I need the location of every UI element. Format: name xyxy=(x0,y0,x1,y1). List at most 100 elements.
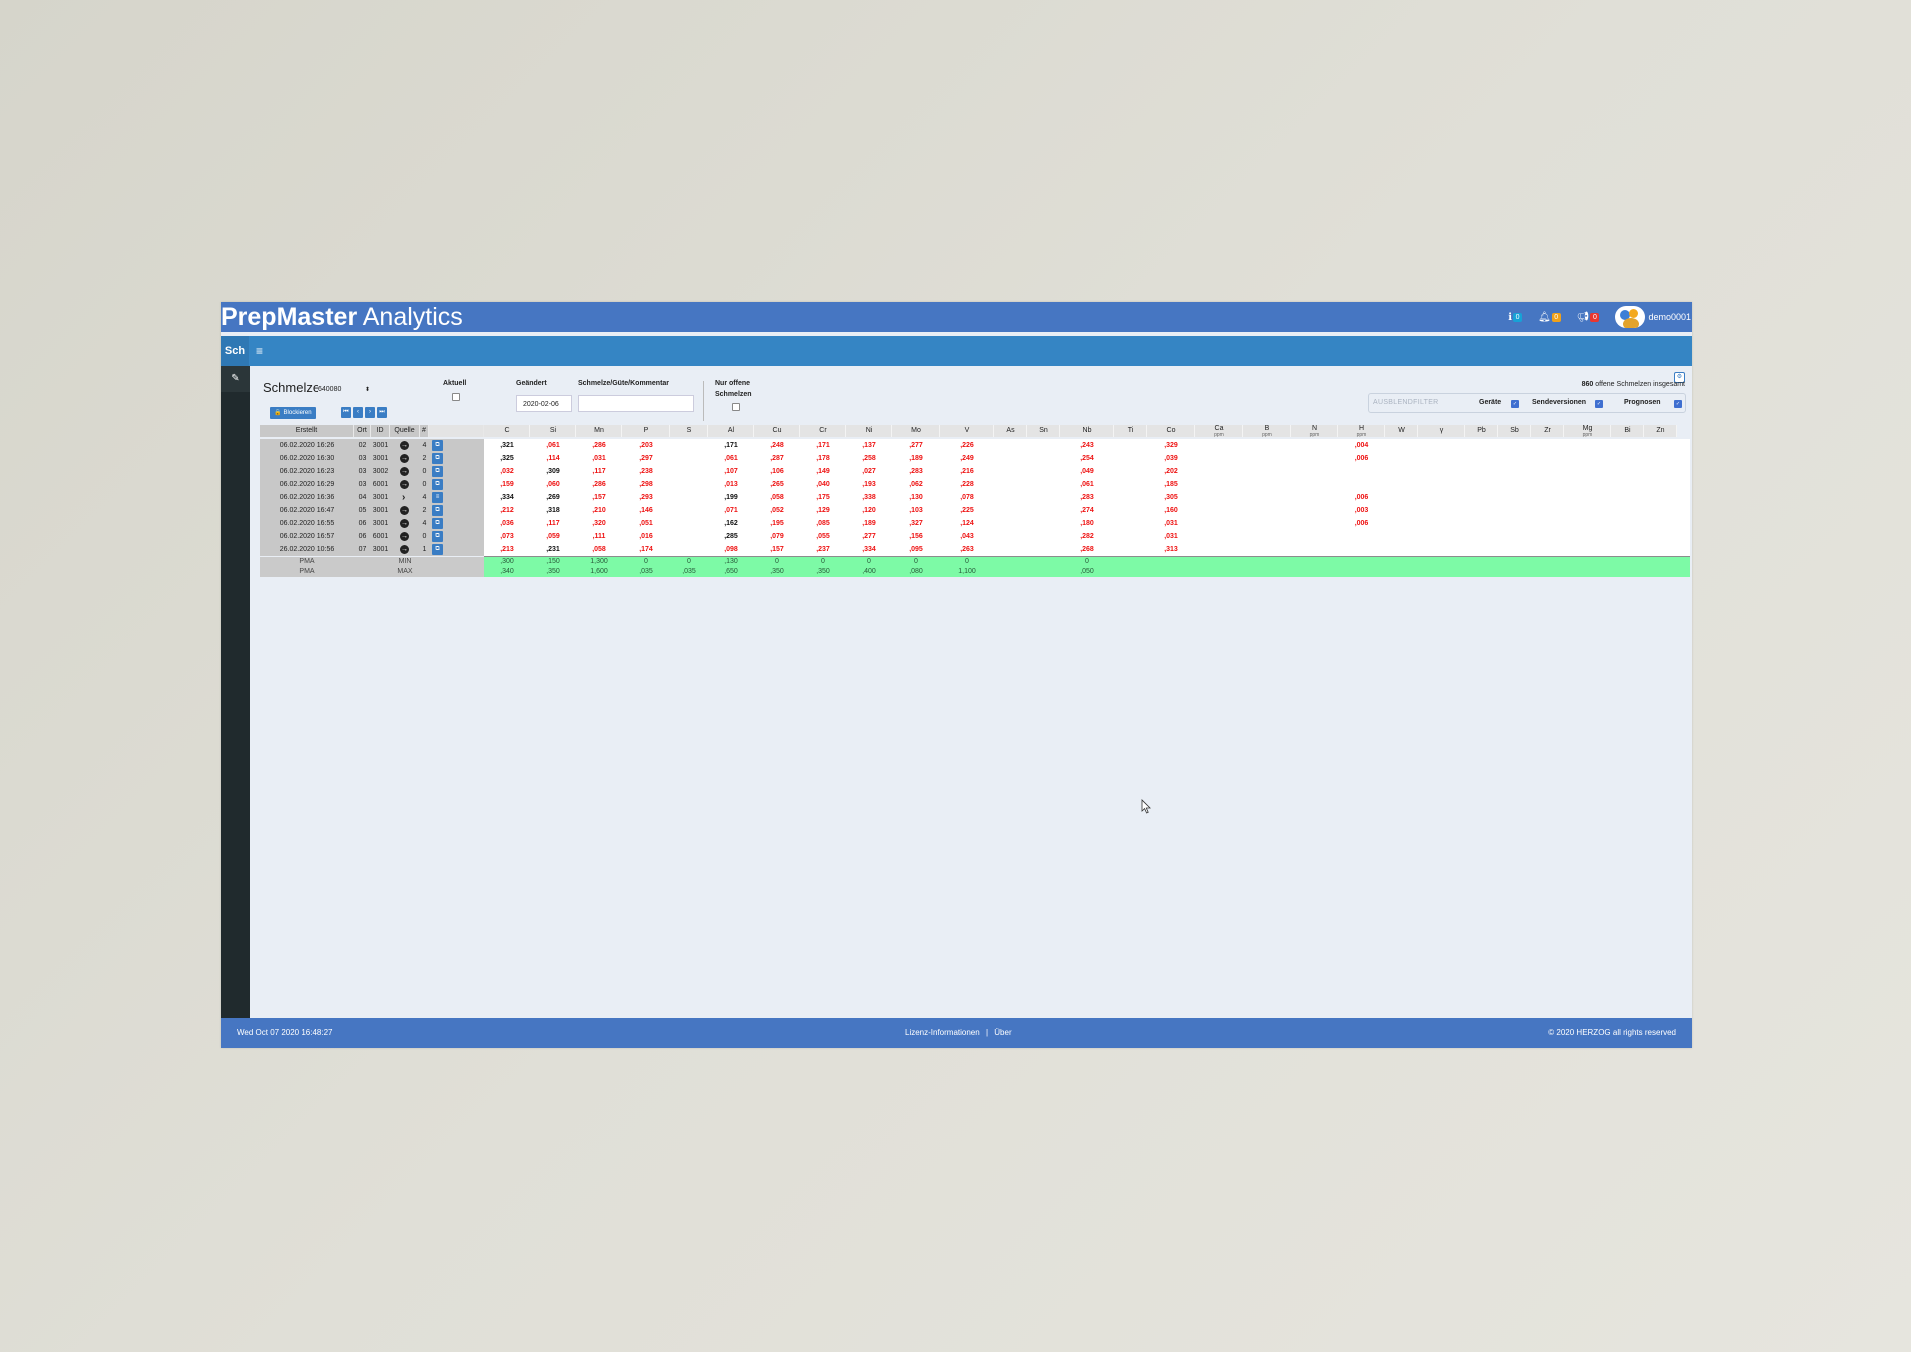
module-tab[interactable]: Sch xyxy=(221,336,249,366)
element-header-4[interactable]: S xyxy=(670,426,708,438)
element-name: P xyxy=(643,427,649,434)
copy-icon[interactable]: ⧉ xyxy=(432,453,443,464)
kommentar-input[interactable] xyxy=(578,395,694,412)
brand-logo[interactable]: PrepMaster Analytics xyxy=(221,302,463,332)
column-header-3[interactable]: Quelle xyxy=(390,425,420,437)
aktuell-checkbox[interactable] xyxy=(452,393,460,401)
table-row[interactable]: 06.02.2020 16:29 03 6001 → 0 ⧉ ,159 ,060 ,286 ,29… xyxy=(260,478,1690,492)
element-header-1[interactable]: Si xyxy=(530,426,576,438)
element-name: Pb xyxy=(1477,427,1486,434)
element-header-5[interactable]: Al xyxy=(708,426,754,438)
element-header-2[interactable]: Mn xyxy=(576,426,622,438)
element-header-7[interactable]: Cr xyxy=(800,426,846,438)
cell-count: 0 xyxy=(422,533,427,540)
last-page-button[interactable]: ⏭ xyxy=(377,407,387,418)
source-arrow-icon[interactable]: → xyxy=(400,506,409,515)
alert-notification[interactable]: 📢︎ 0 xyxy=(1577,312,1600,323)
sendeversionen-checkbox[interactable]: ✓ xyxy=(1595,400,1603,408)
bell-notification[interactable]: 🔔︎ 0 xyxy=(1538,312,1561,323)
source-arrow-icon[interactable]: → xyxy=(400,545,409,554)
element-header-19[interactable]: Hppm xyxy=(1338,424,1385,438)
element-header-12[interactable]: Sn xyxy=(1027,426,1060,438)
table-row[interactable]: 06.02.2020 16:55 06 3001 → 4 ⧉ ,036 ,117 ,320 ,05… xyxy=(260,517,1690,531)
element-header-13[interactable]: Nb xyxy=(1060,426,1114,438)
prognosen-checkbox[interactable]: ✓ xyxy=(1674,400,1682,408)
copy-icon[interactable]: ⧉ xyxy=(432,479,443,490)
element-header-27[interactable]: Zn xyxy=(1644,426,1677,438)
list-icon[interactable]: ≡ xyxy=(432,492,443,503)
element-header-25[interactable]: Mg ppm xyxy=(1564,424,1611,438)
element-header-23[interactable]: Sb xyxy=(1498,426,1531,438)
copy-icon[interactable]: ⧉ xyxy=(432,531,443,542)
source-arrow-icon[interactable]: → xyxy=(400,480,409,489)
copy-icon[interactable]: ⧉ xyxy=(432,466,443,477)
copy-icon[interactable]: ⧉ xyxy=(432,544,443,555)
element-header-3[interactable]: P xyxy=(622,426,670,438)
element-header-14[interactable]: Ti xyxy=(1114,426,1147,438)
table-row[interactable]: 06.02.2020 16:47 05 3001 → 2 ⧉ ,212 ,318 ,210 ,14… xyxy=(260,504,1690,518)
first-page-button[interactable]: ⏮ xyxy=(341,407,351,418)
table-row[interactable]: 06.02.2020 16:26 02 3001 → 4 ⧉ ,321 ,061 ,286 ,20… xyxy=(260,439,1690,453)
nur-offene-checkbox[interactable] xyxy=(732,403,740,411)
block-button[interactable]: 🔒 Blockieren xyxy=(270,407,316,419)
source-arrow-icon[interactable]: → xyxy=(400,467,409,476)
value-Nb: ,283 xyxy=(1080,494,1094,501)
source-arrow-icon[interactable]: → xyxy=(400,519,409,528)
info-notification[interactable]: ℹ 0 xyxy=(1508,312,1523,323)
limit-label: PMA xyxy=(299,568,315,575)
license-link[interactable]: Lizenz-Informationen xyxy=(905,1028,980,1037)
table-header-row: Erstellt Ort ID Quelle # C Si Mn P S Al Cu Cr Ni Mo V As… xyxy=(260,424,1690,438)
element-header-22[interactable]: Pb xyxy=(1465,426,1498,438)
column-header-0[interactable]: Erstellt xyxy=(260,425,354,437)
column-header-4[interactable]: # xyxy=(420,425,429,437)
cell-count: 0 xyxy=(422,481,427,488)
avatar[interactable] xyxy=(1615,306,1646,328)
pin-icon[interactable]: ✎ xyxy=(221,366,250,392)
copy-icon[interactable]: ⧉ xyxy=(432,440,443,451)
element-header-18[interactable]: Nppm xyxy=(1291,424,1338,438)
column-header-1[interactable]: Ort xyxy=(354,425,371,437)
element-header-0[interactable]: C xyxy=(484,426,530,438)
element-unit: ppm xyxy=(1582,432,1593,438)
element-header-8[interactable]: Ni xyxy=(846,426,892,438)
element-header-17[interactable]: Bppm xyxy=(1243,424,1291,438)
source-arrow-icon[interactable]: → xyxy=(400,441,409,450)
element-header-11[interactable]: As xyxy=(994,426,1027,438)
element-header-26[interactable]: Bi xyxy=(1611,426,1644,438)
next-page-button[interactable]: › xyxy=(365,407,375,418)
cell-id: 3001 xyxy=(372,494,389,501)
source-arrow-icon[interactable]: → xyxy=(400,454,409,463)
element-header-20[interactable]: W xyxy=(1385,426,1418,438)
element-header-16[interactable]: Ca ppm xyxy=(1195,424,1243,438)
source-chevron-icon[interactable]: › xyxy=(402,491,405,504)
element-header-15[interactable]: Co xyxy=(1147,426,1195,438)
element-header-6[interactable]: Cu xyxy=(754,426,800,438)
element-header-10[interactable]: V xyxy=(940,426,994,438)
element-header-24[interactable]: Zr xyxy=(1531,426,1564,438)
table-row[interactable]: 06.02.2020 16:30 03 3001 → 2 ⧉ ,325 ,114 ,031 ,29… xyxy=(260,452,1690,466)
column-header-2[interactable]: ID xyxy=(371,425,390,437)
geaendert-date-input[interactable]: 2020-02-06 xyxy=(516,395,572,412)
element-header-9[interactable]: Mo xyxy=(892,426,940,438)
cell-ort: 07 xyxy=(358,546,367,553)
table-row[interactable]: 26.02.2020 10:56 07 3001 → 1 ⧉ ,213 ,231 ,058 ,17… xyxy=(260,543,1690,557)
schmelze-select[interactable]: 640080 ⬍ xyxy=(318,384,370,396)
copy-icon[interactable]: ⧉ xyxy=(432,505,443,516)
copy-icon[interactable]: ⧉ xyxy=(432,518,443,529)
table-row[interactable]: 06.02.2020 16:57 06 6001 → 0 ⧉ ,073 ,059 ,111 ,01… xyxy=(260,530,1690,544)
table-row[interactable]: 06.02.2020 16:23 03 3002 → 0 ⧉ ,032 ,309 ,117 ,23… xyxy=(260,465,1690,479)
value-Cu: ,248 xyxy=(770,442,784,449)
username[interactable]: demo0001 xyxy=(1648,312,1691,322)
ausblendfilter-input[interactable]: AUSBLENDFILTER xyxy=(1373,394,1439,412)
prev-page-button[interactable]: ‹ xyxy=(353,407,363,418)
value-V: ,043 xyxy=(960,533,974,540)
geraete-checkbox[interactable]: ✓ xyxy=(1511,400,1519,408)
table-row[interactable]: 06.02.2020 16:36 04 3001 › 4 ≡ ,334 ,269 ,157 ,29… xyxy=(260,491,1690,505)
about-link[interactable]: Über xyxy=(994,1028,1011,1037)
source-arrow-icon[interactable]: → xyxy=(400,532,409,541)
value-V: ,263 xyxy=(960,546,974,553)
hamburger-menu-icon[interactable]: ≡ xyxy=(256,336,263,366)
element-header-21[interactable]: γ xyxy=(1418,426,1465,438)
cell-id: 3001 xyxy=(372,442,389,449)
limit-row: PMA MAX ,340 ,350 1,600 ,035 ,035 ,650 ,350 ,350,… xyxy=(260,567,1690,577)
